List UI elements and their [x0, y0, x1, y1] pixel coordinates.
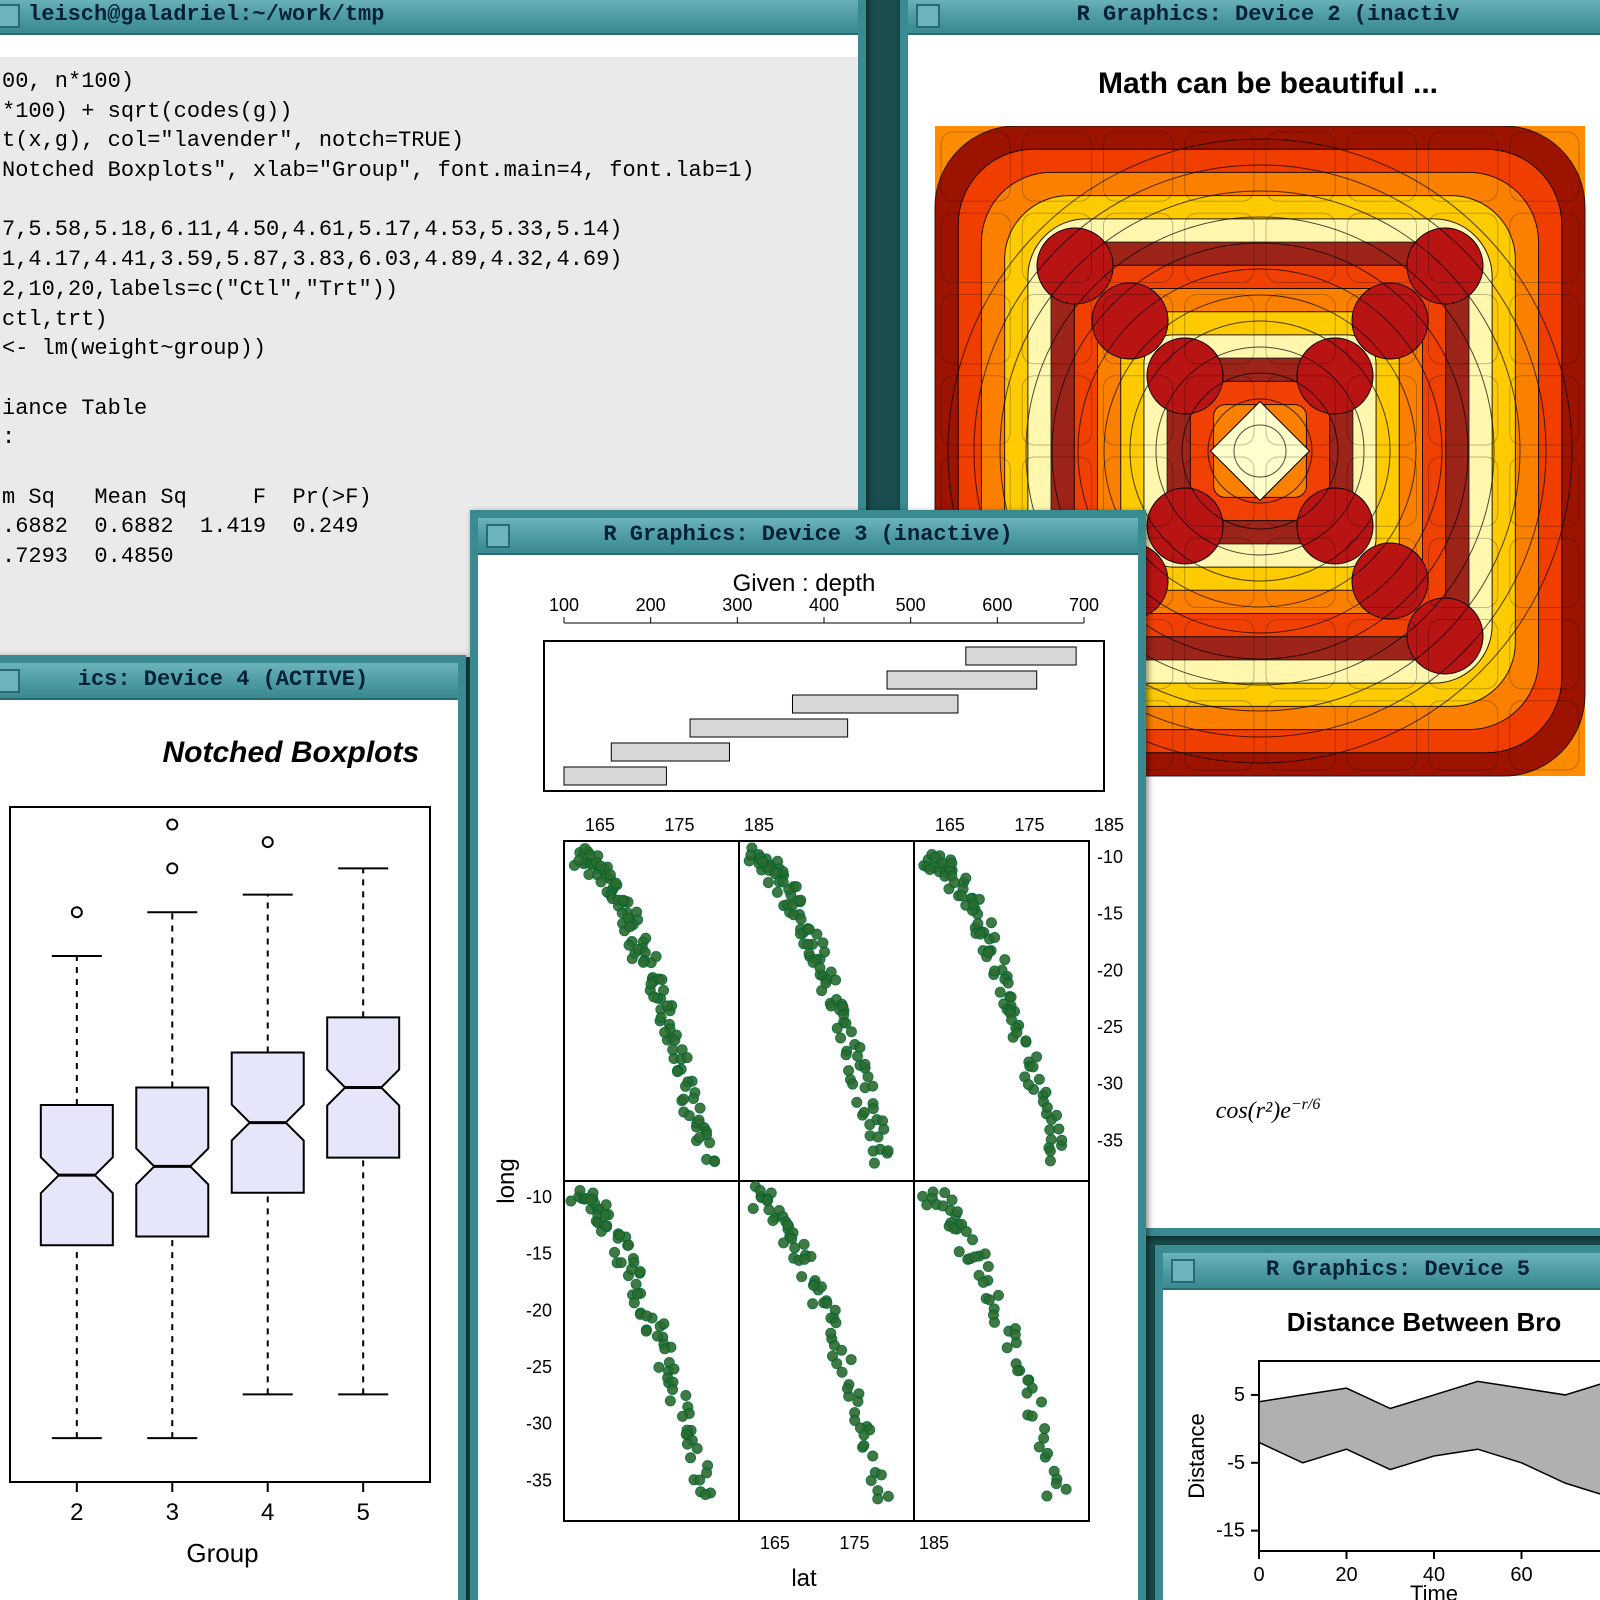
svg-text:3: 3 — [166, 1499, 179, 1526]
svg-text:5: 5 — [1234, 1384, 1245, 1406]
svg-text:-35: -35 — [1097, 1130, 1123, 1150]
svg-text:175: 175 — [664, 815, 694, 835]
svg-text:-20: -20 — [1097, 960, 1123, 980]
svg-text:-25: -25 — [1097, 1017, 1123, 1037]
device4-plot-body: Notched Boxplots 2 3 4 5 Group — [0, 700, 458, 1600]
svg-text:100: 100 — [549, 595, 579, 615]
svg-text:-20: -20 — [526, 1300, 552, 1320]
device5-area-svg: Distance Between Bro-15-550204060Distanc… — [1169, 1296, 1600, 1600]
svg-text:165: 165 — [760, 1533, 790, 1553]
svg-text:4: 4 — [261, 1499, 274, 1526]
svg-text:-30: -30 — [526, 1414, 552, 1434]
svg-text:-35: -35 — [526, 1470, 552, 1490]
device5-title-text: R Graphics: Device 5 — [1266, 1257, 1530, 1282]
device5-plot-body: Distance Between Bro-15-550204060Distanc… — [1163, 1290, 1600, 1600]
svg-text:Notched Boxplots: Notched Boxplots — [163, 736, 420, 769]
svg-text:-15: -15 — [1097, 904, 1123, 924]
svg-text:400: 400 — [809, 595, 839, 615]
svg-text:185: 185 — [1094, 815, 1124, 835]
graphics-device-5-window[interactable]: R Graphics: Device 5 Distance Between Br… — [1155, 1245, 1600, 1600]
device3-title-text: R Graphics: Device 3 (inactive) — [603, 522, 1012, 547]
terminal-titlebar[interactable]: leisch@galadriel:~/work/tmp — [0, 0, 858, 35]
svg-text:lat: lat — [791, 1565, 817, 1592]
svg-text:300: 300 — [722, 595, 752, 615]
svg-text:185: 185 — [744, 815, 774, 835]
graphics-device-4-window[interactable]: ics: Device 4 (ACTIVE) Notched Boxplots 2… — [0, 655, 466, 1600]
svg-text:200: 200 — [636, 595, 666, 615]
svg-text:2: 2 — [70, 1499, 83, 1526]
svg-text:165: 165 — [585, 815, 615, 835]
device2-title-text: R Graphics: Device 2 (inactiv — [1077, 2, 1460, 27]
svg-text:-25: -25 — [526, 1357, 552, 1377]
svg-text:700: 700 — [1069, 595, 1099, 615]
device4-boxplot-svg: Notched Boxplots 2 3 4 5 Group — [0, 712, 445, 1592]
svg-text:0: 0 — [1253, 1564, 1264, 1586]
svg-text:-30: -30 — [1097, 1074, 1123, 1094]
svg-text:500: 500 — [896, 595, 926, 615]
svg-text:long: long — [493, 1158, 520, 1203]
device3-plot-body: Given : depth 100 200 300 400 500 600 700 long la… — [478, 555, 1138, 1600]
svg-text:185: 185 — [919, 1533, 949, 1553]
device3-coplot-svg: Given : depth 100 200 300 400 500 600 700 long la… — [484, 561, 1124, 1600]
svg-text:5: 5 — [357, 1499, 370, 1526]
terminal-title-text: leisch@galadriel:~/work/tmp — [28, 2, 384, 27]
svg-text:20: 20 — [1335, 1564, 1357, 1586]
svg-text:Distance: Distance — [1184, 1413, 1209, 1499]
device5-titlebar[interactable]: R Graphics: Device 5 — [1163, 1253, 1600, 1290]
svg-text:165: 165 — [935, 815, 965, 835]
svg-text:-15: -15 — [1216, 1520, 1245, 1542]
device3-titlebar[interactable]: R Graphics: Device 3 (inactive) — [478, 518, 1138, 555]
device2-plot-title: Math can be beautiful ... — [920, 67, 1600, 101]
svg-text:175: 175 — [839, 1533, 869, 1553]
svg-text:-10: -10 — [526, 1187, 552, 1207]
device4-title-text: ics: Device 4 (ACTIVE) — [78, 667, 368, 692]
svg-text:Time: Time — [1410, 1581, 1458, 1600]
svg-text:-15: -15 — [526, 1244, 552, 1264]
svg-text:600: 600 — [982, 595, 1012, 615]
svg-text:60: 60 — [1510, 1564, 1532, 1586]
svg-text:-5: -5 — [1227, 1452, 1245, 1474]
svg-text:-10: -10 — [1097, 847, 1123, 867]
svg-text:Distance Between Bro: Distance Between Bro — [1287, 1307, 1562, 1337]
svg-text:Group: Group — [186, 1538, 258, 1568]
svg-text:Given : depth: Given : depth — [733, 570, 876, 597]
device4-titlebar[interactable]: ics: Device 4 (ACTIVE) — [0, 663, 458, 700]
device2-titlebar[interactable]: R Graphics: Device 2 (inactiv — [908, 0, 1600, 35]
svg-text:175: 175 — [1014, 815, 1044, 835]
graphics-device-3-window[interactable]: R Graphics: Device 3 (inactive) Given : … — [470, 510, 1146, 1600]
